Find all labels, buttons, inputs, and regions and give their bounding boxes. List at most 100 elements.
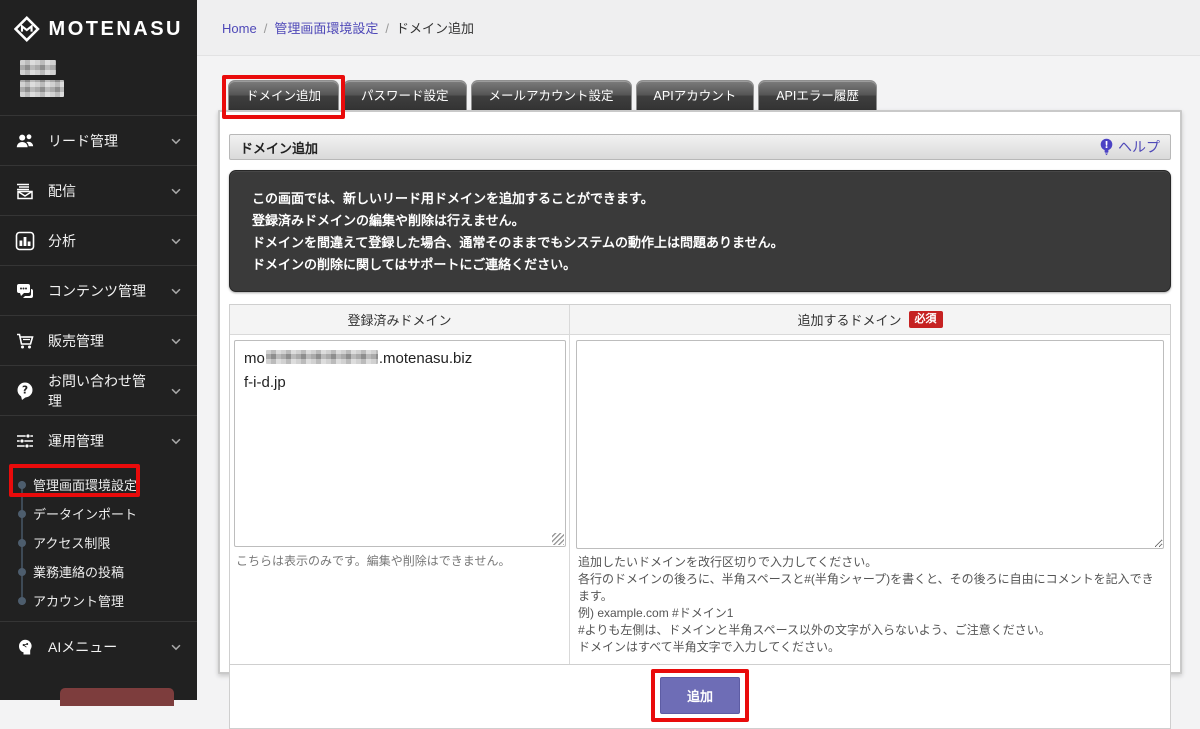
info-line: ドメインの削除に関してはサポートにご連絡ください。 (252, 254, 1148, 276)
logo-text: MOTENASU (49, 18, 183, 41)
bullet-icon (18, 481, 26, 489)
operations-submenu: 管理画面環境設定 データインポート アクセス制限 業務連絡の投稿 アカウント管理 (0, 465, 197, 621)
page-title: ドメイン追加 (240, 138, 318, 157)
breadcrumb-home-link[interactable]: Home (222, 21, 257, 36)
registered-domain-line: f-i-d.jp (244, 371, 556, 395)
tab-label: パスワード設定 (361, 89, 449, 103)
add-domain-help: 追加したいドメインを改行区切りで入力してください。 各行のドメインの後ろに、半角… (576, 554, 1164, 656)
chevron-down-icon (169, 334, 183, 348)
sidebar-item-analytics[interactable]: 分析 (0, 215, 197, 265)
sliders-icon (14, 430, 36, 452)
registered-domain-line: mo.motenasu.biz (244, 347, 556, 371)
user-info-redacted (20, 60, 197, 97)
sidebar-subitem-label: データインポート (33, 504, 137, 523)
chevron-down-icon (169, 384, 183, 398)
bullet-icon (18, 597, 26, 605)
help-line: 各行のドメインの後ろに、半角スペースと#(半角シャープ)を書くと、その後ろに自由… (578, 571, 1164, 605)
tab-api-error-history[interactable]: APIエラー履歴 (758, 80, 877, 110)
breadcrumb-separator: / (385, 21, 389, 36)
sidebar-subitem-label: アカウント管理 (33, 591, 124, 610)
bullet-icon (18, 539, 26, 547)
bullet-icon (18, 510, 26, 518)
info-line: ドメインを間違えて登録した場合、通常そのままでもシステムの動作上は問題ありません… (252, 232, 1148, 254)
info-box: この画面では、新しいリード用ドメインを追加することができます。 登録済みドメイン… (229, 170, 1171, 292)
sidebar-item-label: 販売管理 (48, 331, 157, 351)
sidebar-bottom-button[interactable] (60, 688, 174, 706)
help-bulb-icon: ! (1099, 138, 1114, 156)
sidebar-subitem-label: アクセス制限 (33, 533, 110, 552)
redacted-block (20, 80, 64, 97)
cart-icon (14, 330, 36, 352)
sidebar-item-label: 分析 (48, 231, 157, 251)
breadcrumb-separator: / (264, 21, 268, 36)
sidebar-subitem-access-restriction[interactable]: アクセス制限 (0, 528, 197, 557)
tab-api-account[interactable]: APIアカウント (636, 80, 755, 110)
chat-icon (14, 280, 36, 302)
sidebar-item-label: リード管理 (48, 131, 157, 151)
help-link[interactable]: ! ヘルプ (1099, 137, 1160, 157)
sidebar: MOTENASU リード管理 (0, 0, 197, 700)
sidebar-item-operations-management[interactable]: 運用管理 (0, 415, 197, 465)
chevron-down-icon (169, 234, 183, 248)
chevron-down-icon (169, 284, 183, 298)
sidebar-item-content-management[interactable]: コンテンツ管理 (0, 265, 197, 315)
redacted-block (20, 60, 56, 75)
required-badge: 必須 (909, 311, 943, 328)
sidebar-item-label: お問い合わせ管理 (48, 371, 157, 411)
chevron-down-icon (169, 434, 183, 448)
help-label: ヘルプ (1118, 137, 1160, 157)
sidebar-item-inquiry-management[interactable]: ? お問い合わせ管理 (0, 365, 197, 415)
domain-add-panel: ドメイン追加 ! ヘルプ この画面では、新しいリード用ドメインを追加することがで… (218, 110, 1182, 674)
tab-password-settings[interactable]: パスワード設定 (343, 80, 467, 110)
add-domains-header-label: 追加するドメイン (797, 310, 901, 329)
add-domain-textarea[interactable] (576, 340, 1164, 549)
chevron-down-icon (169, 184, 183, 198)
tab-label: ドメイン追加 (246, 89, 321, 103)
registered-domains-textarea[interactable]: mo.motenasu.biz f-i-d.jp (234, 340, 566, 547)
sidebar-subitem-account-management[interactable]: アカウント管理 (0, 586, 197, 615)
tab-bar: ドメイン追加 パスワード設定 メールアカウント設定 APIアカウント APIエラ… (228, 80, 1200, 110)
logo[interactable]: MOTENASU (0, 0, 197, 52)
domain-table-header: 登録済みドメイン 追加するドメイン 必須 (230, 305, 1170, 335)
domain-table-footer: 追加 (230, 664, 1170, 728)
sidebar-subitem-admin-env-settings[interactable]: 管理画面環境設定 (0, 470, 197, 499)
resize-handle[interactable] (552, 533, 564, 545)
tab-label: APIアカウント (654, 89, 737, 103)
add-button[interactable]: 追加 (660, 677, 740, 714)
chevron-down-icon (169, 134, 183, 148)
sidebar-subitem-business-contact-post[interactable]: 業務連絡の投稿 (0, 557, 197, 586)
svg-text:?: ? (22, 384, 28, 396)
sidebar-item-label: コンテンツ管理 (48, 281, 157, 301)
help-line: #よりも左側は、ドメインと半角スペース以外の文字が入らないよう、ご注意ください。 (578, 622, 1164, 639)
breadcrumb-current: ドメイン追加 (396, 21, 474, 36)
registered-domains-cell: mo.motenasu.biz f-i-d.jp こちらは表示のみです。編集や削… (230, 335, 570, 664)
tab-mail-account-settings[interactable]: メールアカウント設定 (471, 80, 632, 110)
sidebar-item-label: 配信 (48, 181, 157, 201)
chevron-down-icon (169, 640, 183, 654)
sidebar-item-ai-menu[interactable]: AIメニュー (0, 621, 197, 671)
mail-icon (14, 180, 36, 202)
tab-domain-add[interactable]: ドメイン追加 (228, 80, 339, 110)
domain-table-body: mo.motenasu.biz f-i-d.jp こちらは表示のみです。編集や削… (230, 335, 1170, 664)
redacted-block (266, 350, 378, 364)
sidebar-subitem-label: 業務連絡の投稿 (33, 562, 124, 581)
add-domains-header: 追加するドメイン 必須 (570, 305, 1170, 334)
info-line: この画面では、新しいリード用ドメインを追加することができます。 (252, 188, 1148, 210)
ai-icon (14, 636, 36, 658)
sidebar-item-lead-management[interactable]: リード管理 (0, 115, 197, 165)
svg-text:!: ! (1104, 140, 1108, 151)
info-line: 登録済みドメインの編集や削除は行えません。 (252, 210, 1148, 232)
sidebar-subitem-data-import[interactable]: データインポート (0, 499, 197, 528)
chart-icon (14, 230, 36, 252)
domain-table: 登録済みドメイン 追加するドメイン 必須 mo.motenasu.biz f-i… (229, 304, 1171, 729)
breadcrumb-section-link[interactable]: 管理画面環境設定 (274, 21, 378, 36)
registered-domains-header: 登録済みドメイン (230, 305, 570, 334)
sidebar-item-delivery[interactable]: 配信 (0, 165, 197, 215)
sidebar-item-sales-management[interactable]: 販売管理 (0, 315, 197, 365)
breadcrumb: Home / 管理画面環境設定 / ドメイン追加 (222, 18, 474, 37)
help-line: 追加したいドメインを改行区切りで入力してください。 (578, 554, 1164, 571)
sidebar-item-label: 運用管理 (48, 431, 157, 451)
panel-titlebar: ドメイン追加 ! ヘルプ (229, 134, 1171, 160)
help-line: ドメインはすべて半角文字で入力してください。 (578, 639, 1164, 656)
people-icon (14, 130, 36, 152)
